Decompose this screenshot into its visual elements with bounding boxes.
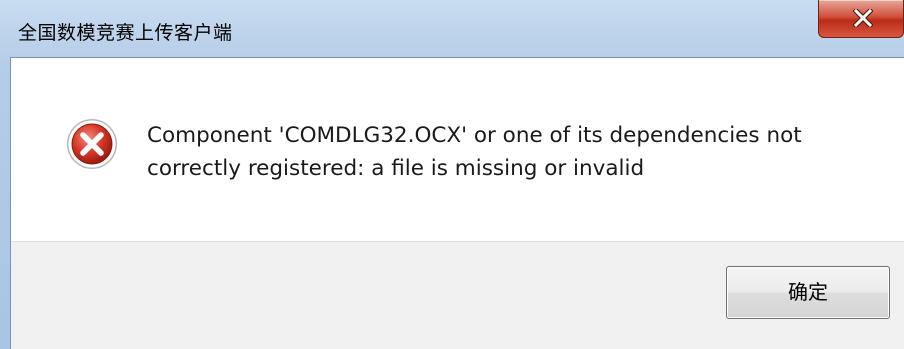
dialog-window: 全国数模竞赛上传客户端 Component 'COMDLG32.OCX' or … xyxy=(0,0,904,349)
ok-button[interactable]: 确定 xyxy=(726,266,890,319)
error-icon xyxy=(67,119,117,169)
error-message: Component 'COMDLG32.OCX' or one of its d… xyxy=(147,119,867,185)
message-area: Component 'COMDLG32.OCX' or one of its d… xyxy=(11,58,904,241)
message-line-1: Component 'COMDLG32.OCX' or one of its d… xyxy=(147,123,802,148)
title-bar[interactable]: 全国数模竞赛上传客户端 xyxy=(0,0,904,57)
message-line-2: correctly registered: a file is missing … xyxy=(147,156,645,181)
button-bar: 确定 xyxy=(11,241,904,349)
close-icon xyxy=(853,9,873,27)
dialog-body: Component 'COMDLG32.OCX' or one of its d… xyxy=(10,57,904,349)
close-button[interactable] xyxy=(818,0,904,38)
window-title: 全国数模竞赛上传客户端 xyxy=(18,22,233,44)
